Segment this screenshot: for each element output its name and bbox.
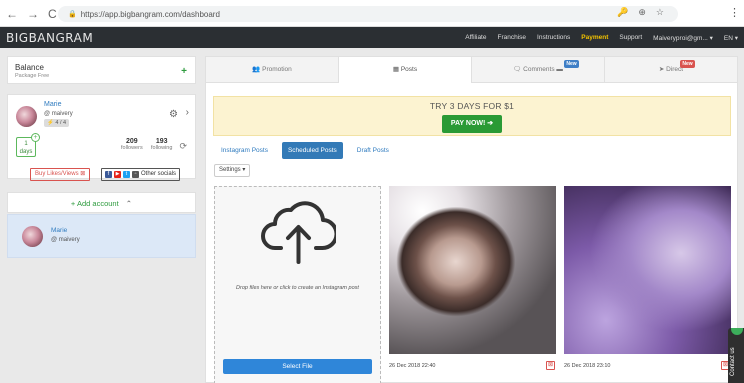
facebook-icon: f	[105, 171, 112, 178]
following-count: 193	[155, 138, 168, 145]
post-subtabs: Instagram Posts Scheduled Posts Draft Po…	[215, 142, 395, 159]
top-nav: Affiliate Franchise Instructions Payment…	[465, 27, 738, 48]
new-badge: New	[680, 60, 695, 68]
profile-username: @ maivery	[44, 111, 73, 117]
lock-icon: 🔒	[68, 11, 77, 18]
nav-payment[interactable]: Payment	[581, 34, 608, 41]
following-label: following	[151, 145, 173, 151]
chevron-right-icon[interactable]: ›	[186, 107, 189, 118]
contact-us-widget[interactable]: Contact us	[728, 328, 744, 383]
select-file-button[interactable]: Select File	[223, 359, 372, 374]
reload-icon[interactable]: C	[48, 7, 57, 21]
nav-affiliate[interactable]: Affiliate	[465, 34, 486, 41]
account-name: Marie	[51, 227, 68, 234]
followers-stat: 209 followers	[121, 138, 143, 151]
tab-promotion-label: 👥 Promotion	[252, 66, 292, 73]
days-counter[interactable]: 1 days +	[16, 133, 40, 157]
url-text[interactable]: https://app.bigbangram.com/dashboard	[81, 10, 220, 19]
tab-posts[interactable]: ▦ Posts	[339, 57, 472, 83]
profile-card: Marie @ maivery ⚡ 4 / 4 ⚙ › 1 days + 209…	[7, 94, 196, 181]
days-label: days	[19, 149, 33, 155]
contact-us-label: Contact us	[730, 347, 736, 376]
address-bar[interactable]: 🔒 https://app.bigbangram.com/dashboard	[58, 6, 678, 22]
avatar	[22, 226, 43, 247]
subtab-instagram-posts[interactable]: Instagram Posts	[215, 142, 274, 159]
vk-icon: ▫	[132, 171, 139, 178]
add-account-label: + Add account	[70, 199, 119, 208]
dropzone-hint: Drop files here or click to create an In…	[236, 285, 359, 291]
sidebar: Balance Package Free + Marie @ maivery ⚡…	[7, 56, 196, 258]
tab-direct[interactable]: ➤ Direct New	[605, 57, 737, 83]
zoom-icon[interactable]: ⊕	[638, 7, 646, 18]
tab-promotion[interactable]: 👥 Promotion	[206, 57, 339, 83]
followers-label: followers	[121, 145, 143, 151]
logo[interactable]: BIGBANGRAM	[6, 31, 93, 45]
account-username: @ maivery	[51, 237, 80, 243]
post-image[interactable]	[564, 186, 731, 354]
nav-instructions[interactable]: Instructions	[537, 34, 570, 41]
page-body: Balance Package Free + Marie @ maivery ⚡…	[0, 48, 744, 383]
status-badge: ⚡ 4 / 4	[44, 119, 70, 127]
add-days-icon[interactable]: +	[31, 133, 40, 142]
balance-title: Balance	[15, 63, 44, 72]
subtab-scheduled-posts[interactable]: Scheduled Posts	[281, 142, 343, 159]
post-date: 26 Dec 2018 22:40	[389, 363, 436, 369]
browser-chrome: ← → C 🔒 https://app.bigbangram.com/dashb…	[0, 0, 744, 27]
avatar[interactable]	[16, 106, 37, 127]
youtube-icon: ▶	[114, 171, 121, 178]
add-balance-button[interactable]: +	[181, 66, 187, 77]
key-icon[interactable]: 🔑	[617, 7, 628, 18]
user-menu[interactable]: Maiveryproi@gm... ▾	[653, 34, 713, 42]
upload-dropzone[interactable]: Drop files here or click to create an In…	[214, 186, 381, 383]
browser-menu-icon[interactable]: ⋮	[729, 6, 740, 19]
tab-bar: 👥 Promotion ▦ Posts 🗨 Comments ▬ New ➤ D…	[206, 57, 737, 83]
gear-icon[interactable]: ⚙	[169, 109, 178, 120]
promo-text: TRY 3 DAYS FOR $1	[429, 101, 515, 111]
new-badge: New	[564, 60, 579, 68]
refresh-icon[interactable]: ⟳	[179, 141, 187, 152]
pay-now-button[interactable]: PAY NOW! ➔	[442, 115, 502, 133]
subtab-draft-posts[interactable]: Draft Posts	[351, 142, 395, 159]
star-icon[interactable]: ☆	[656, 7, 664, 18]
app-header: BIGBANGRAM Affiliate Franchise Instructi…	[0, 27, 744, 48]
promo-banner: TRY 3 DAYS FOR $1 PAY NOW! ➔	[213, 96, 731, 136]
online-indicator-icon	[731, 328, 743, 335]
address-bar-icons: 🔑 ⊕ ☆	[617, 7, 664, 18]
balance-card: Balance Package Free +	[7, 56, 196, 84]
language-select[interactable]: EN ▾	[724, 34, 738, 42]
delete-post-icon[interactable]: ⊠	[546, 361, 555, 370]
settings-dropdown[interactable]: Settings ▾	[214, 164, 251, 177]
twitter-icon: t	[123, 171, 130, 178]
package-label: Package Free	[15, 73, 50, 79]
post-image[interactable]	[389, 186, 556, 354]
following-stat: 193 following	[151, 138, 172, 151]
nav-franchise[interactable]: Franchise	[497, 34, 526, 41]
chevron-up-icon[interactable]: ⌃	[126, 199, 132, 208]
back-icon[interactable]: ←	[6, 7, 18, 21]
tab-posts-label: ▦ Posts	[392, 66, 418, 73]
account-list-item[interactable]: Marie @ maivery	[7, 214, 196, 258]
cloud-upload-icon	[261, 201, 336, 264]
main-panel: 👥 Promotion ▦ Posts 🗨 Comments ▬ New ➤ D…	[205, 56, 738, 383]
followers-count: 209	[126, 138, 138, 145]
nav-support[interactable]: Support	[619, 34, 642, 41]
tab-comments-label: 🗨 Comments ▬	[513, 66, 563, 73]
other-socials-button[interactable]: f ▶ t ▫ Other socials	[101, 168, 181, 181]
buy-likes-button[interactable]: Buy Likes/Views ⊠	[30, 168, 91, 181]
browser-nav: ← → C	[6, 7, 57, 21]
forward-icon[interactable]: →	[27, 7, 39, 21]
post-date: 26 Dec 2018 23:10	[564, 363, 611, 369]
other-socials-label: Other socials	[141, 171, 177, 177]
profile-name[interactable]: Marie	[44, 101, 62, 108]
tab-comments[interactable]: 🗨 Comments ▬ New	[472, 57, 605, 83]
add-account-button[interactable]: + Add account ⌃	[7, 192, 196, 213]
